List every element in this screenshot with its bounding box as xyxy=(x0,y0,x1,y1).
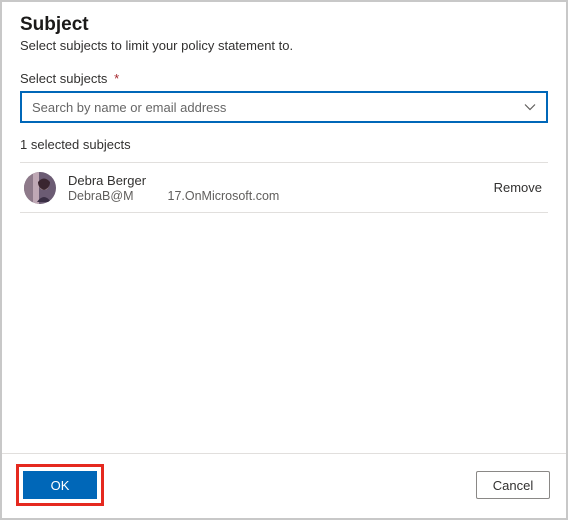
select-subjects-label-text: Select subjects xyxy=(20,71,107,86)
person-email-domain: 17.OnMicrosoft.com xyxy=(168,189,280,203)
chevron-down-icon xyxy=(524,101,536,113)
remove-button[interactable]: Remove xyxy=(494,180,542,195)
page-title: Subject xyxy=(20,14,548,36)
person-name: Debra Berger xyxy=(68,173,279,188)
ok-button-highlight: OK xyxy=(16,464,104,506)
required-asterisk: * xyxy=(114,71,119,86)
dialog-footer: OK Cancel xyxy=(2,453,566,518)
page-subtitle: Select subjects to limit your policy sta… xyxy=(20,38,548,53)
select-subjects-placeholder: Search by name or email address xyxy=(32,100,226,115)
cancel-button[interactable]: Cancel xyxy=(476,471,550,499)
selected-count-label: 1 selected subjects xyxy=(20,137,548,152)
person-email-local: DebraB@M xyxy=(68,189,134,203)
avatar xyxy=(24,172,56,204)
selected-subjects-list: Debra Berger DebraB@M 17.OnMicrosoft.com… xyxy=(20,162,548,213)
select-subjects-input[interactable]: Search by name or email address xyxy=(20,91,548,123)
dialog-content: Subject Select subjects to limit your po… xyxy=(2,2,566,453)
person-info: Debra Berger DebraB@M 17.OnMicrosoft.com xyxy=(68,173,279,203)
select-subjects-label: Select subjects * xyxy=(20,71,548,86)
list-item: Debra Berger DebraB@M 17.OnMicrosoft.com… xyxy=(20,163,548,213)
ok-button[interactable]: OK xyxy=(23,471,97,499)
